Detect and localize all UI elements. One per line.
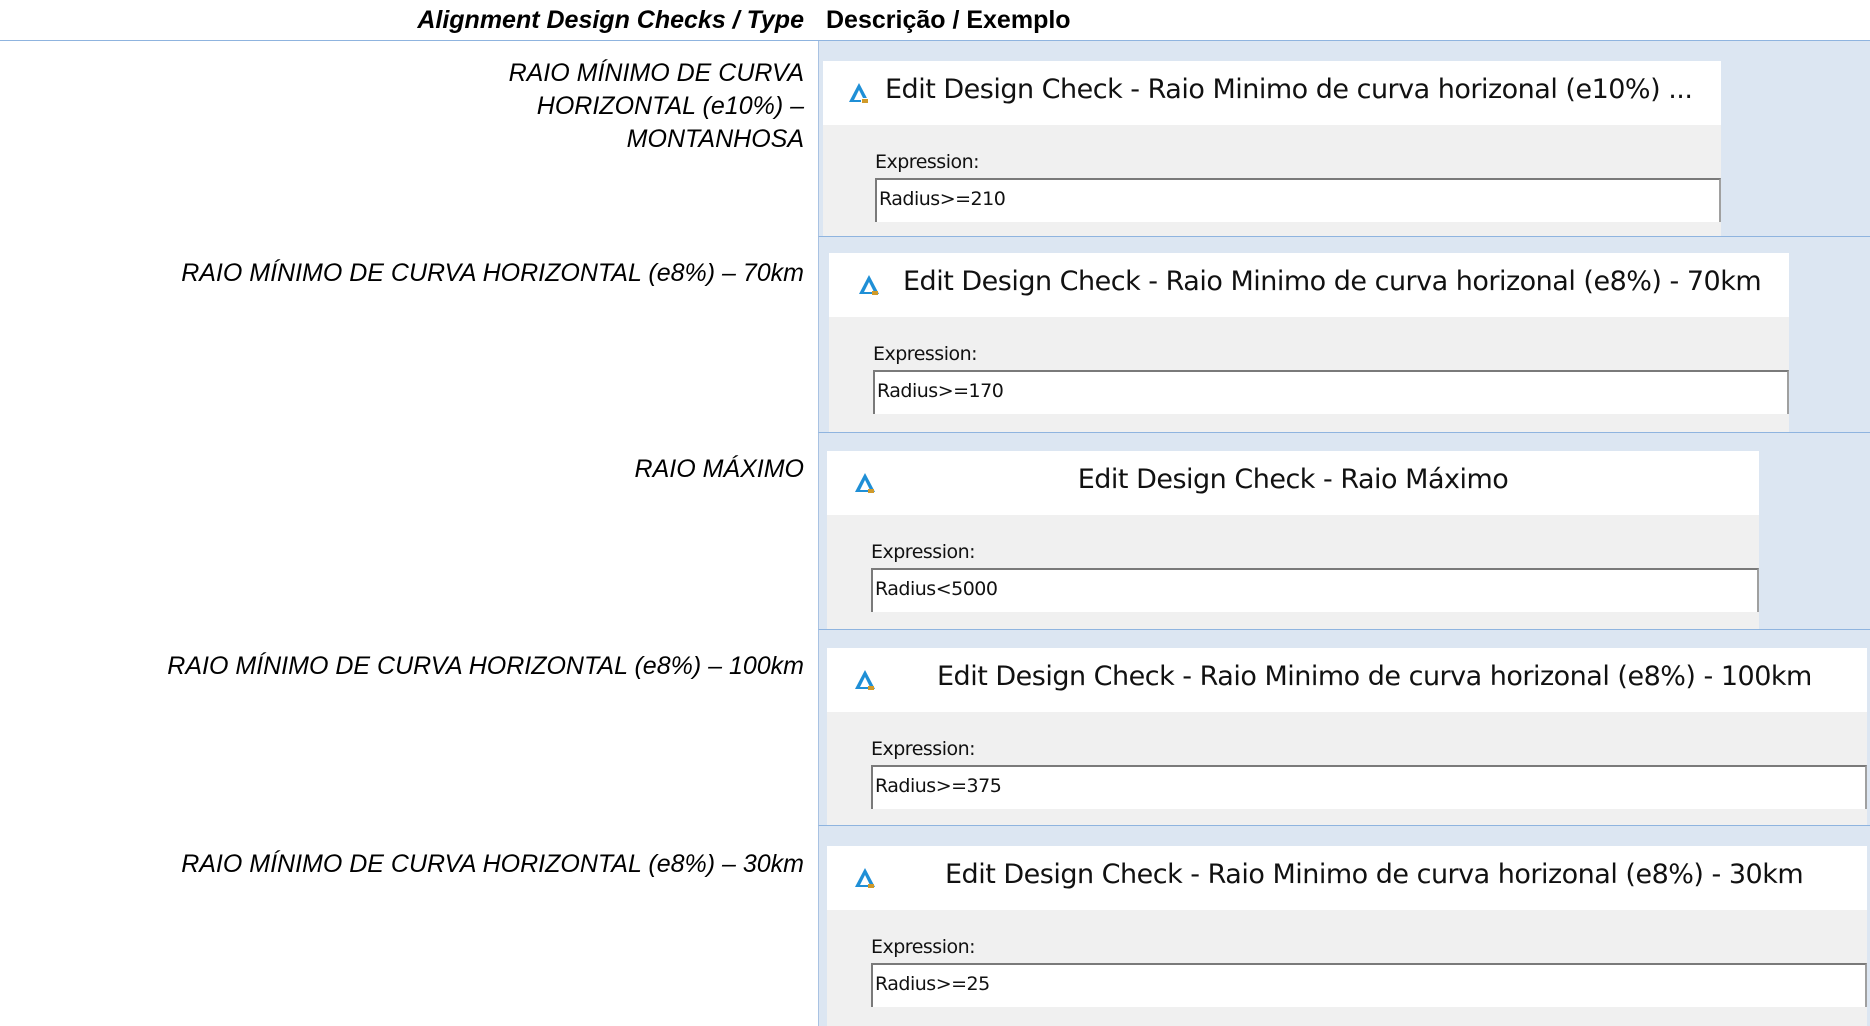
expression-label: Expression: [875,151,980,173]
description-cell: Edit Design Check - Raio Minimo de curva… [818,41,1870,237]
expression-label: Expression: [871,541,976,563]
dialog-title: Edit Design Check - Raio Minimo de curva… [885,74,1693,105]
design-check-type: RAIO MÍNIMO DE CURVA HORIZONTAL (e10%) –… [508,59,804,153]
expression-label: Expression: [873,343,978,365]
column-header-description: Descrição / Exemplo [826,6,1071,34]
dialog-titlebar[interactable]: Edit Design Check - Raio Minimo de curva… [829,253,1789,317]
design-check-type: RAIO MÍNIMO DE CURVA HORIZONTAL (e8%) – … [181,850,804,878]
dialog-titlebar[interactable]: Edit Design Check - Raio Minimo de curva… [823,61,1721,125]
table-row: RAIO MÍNIMO DE CURVA HORIZONTAL (e10%) –… [0,41,1870,237]
autocad-app-icon [849,83,869,104]
dialog-title: Edit Design Check - Raio Minimo de curva… [903,266,1762,297]
description-cell: Edit Design Check - Raio Minimo de curva… [818,826,1870,1026]
autocad-app-icon [855,868,875,888]
description-cell: Edit Design Check - Raio Máximo Expressi… [818,433,1870,630]
dialog-titlebar[interactable]: Edit Design Check - Raio Minimo de curva… [827,846,1867,910]
edit-design-check-dialog: Edit Design Check - Raio Minimo de curva… [827,846,1867,1026]
design-check-type: RAIO MÍNIMO DE CURVA HORIZONTAL (e8%) – … [167,652,804,680]
description-cell: Edit Design Check - Raio Minimo de curva… [818,237,1870,433]
edit-design-check-dialog: Edit Design Check - Raio Minimo de curva… [829,253,1789,432]
table-row: RAIO MÍNIMO DE CURVA HORIZONTAL (e8%) – … [0,826,1870,1026]
edit-design-check-dialog: Edit Design Check - Raio Minimo de curva… [827,648,1867,825]
expression-input[interactable]: Radius<5000 [871,568,1759,612]
expression-label: Expression: [871,936,976,958]
table-header: Alignment Design Checks / Type Descrição… [0,0,1870,41]
edit-design-check-dialog: Edit Design Check - Raio Minimo de curva… [823,61,1721,236]
dialog-titlebar[interactable]: Edit Design Check - Raio Minimo de curva… [827,648,1867,712]
column-header-type: Alignment Design Checks / Type [417,6,804,34]
description-cell: Edit Design Check - Raio Minimo de curva… [818,630,1870,826]
autocad-app-icon [855,670,875,690]
expression-label: Expression: [871,738,976,760]
table-row: RAIO MÍNIMO DE CURVA HORIZONTAL (e8%) – … [0,630,1870,826]
table-row: RAIO MÁXIMO Edit Design Check - Raio Máx… [0,433,1870,630]
dialog-title: Edit Design Check - Raio Máximo [1077,464,1509,495]
design-check-type: RAIO MÍNIMO DE CURVA HORIZONTAL (e8%) – … [181,259,804,287]
expression-input[interactable]: Radius>=210 [875,178,1721,222]
table-row: RAIO MÍNIMO DE CURVA HORIZONTAL (e8%) – … [0,237,1870,433]
edit-design-check-dialog: Edit Design Check - Raio Máximo Expressi… [827,451,1759,629]
dialog-title: Edit Design Check - Raio Minimo de curva… [937,661,1812,692]
dialog-titlebar[interactable]: Edit Design Check - Raio Máximo [827,451,1759,515]
autocad-app-icon [859,275,879,295]
dialog-title: Edit Design Check - Raio Minimo de curva… [945,859,1804,890]
expression-input[interactable]: Radius>=25 [871,963,1867,1007]
expression-input[interactable]: Radius>=375 [871,765,1867,809]
design-check-type: RAIO MÁXIMO [634,455,804,483]
expression-input[interactable]: Radius>=170 [873,370,1789,414]
